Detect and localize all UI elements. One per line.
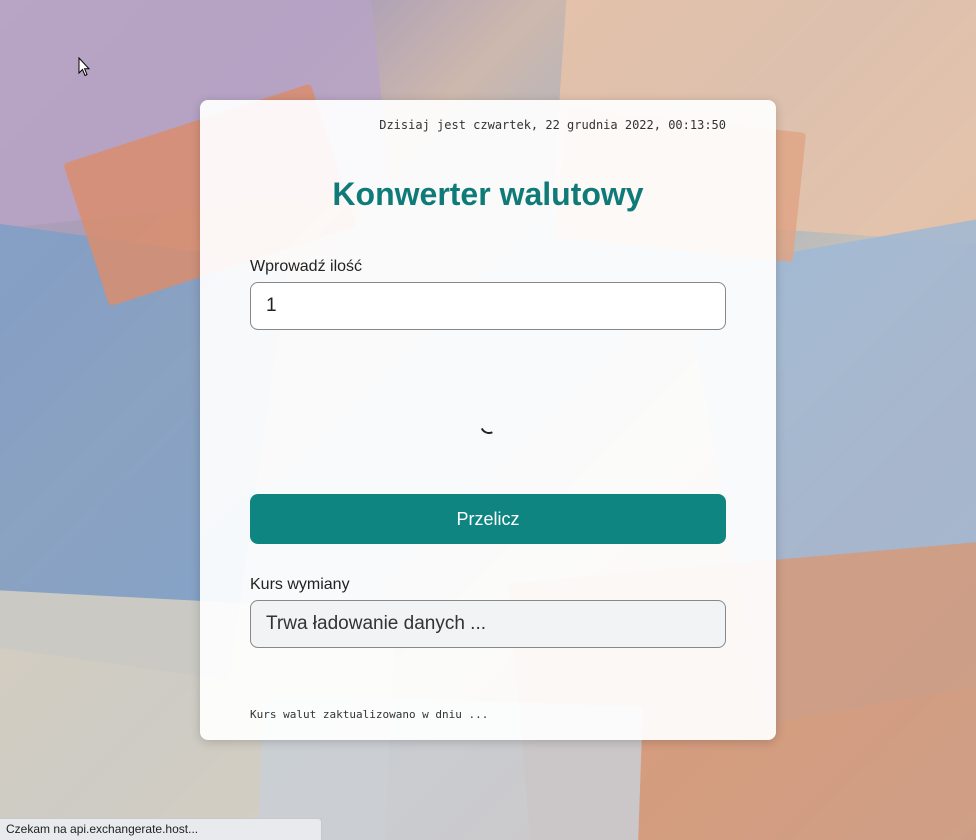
loading-spinner-icon [477, 413, 501, 437]
exchange-rate-field[interactable] [250, 600, 726, 648]
amount-label: Wprowadź ilość [250, 258, 363, 275]
converter-card: Dzisiaj jest czwartek, 22 grudnia 2022, … [200, 100, 776, 740]
amount-input[interactable] [250, 282, 726, 330]
rate-updated-note: Kurs walut zaktualizowano w dniu ... [250, 708, 489, 721]
rate-label: Kurs wymiany [250, 576, 350, 593]
current-date: Dzisiaj jest czwartek, 22 grudnia 2022, … [379, 118, 726, 132]
browser-status-bar: Czekam na api.exchangerate.host... [0, 818, 322, 840]
page-title: Konwerter walutowy [332, 176, 644, 212]
convert-button[interactable]: Przelicz [250, 494, 726, 544]
